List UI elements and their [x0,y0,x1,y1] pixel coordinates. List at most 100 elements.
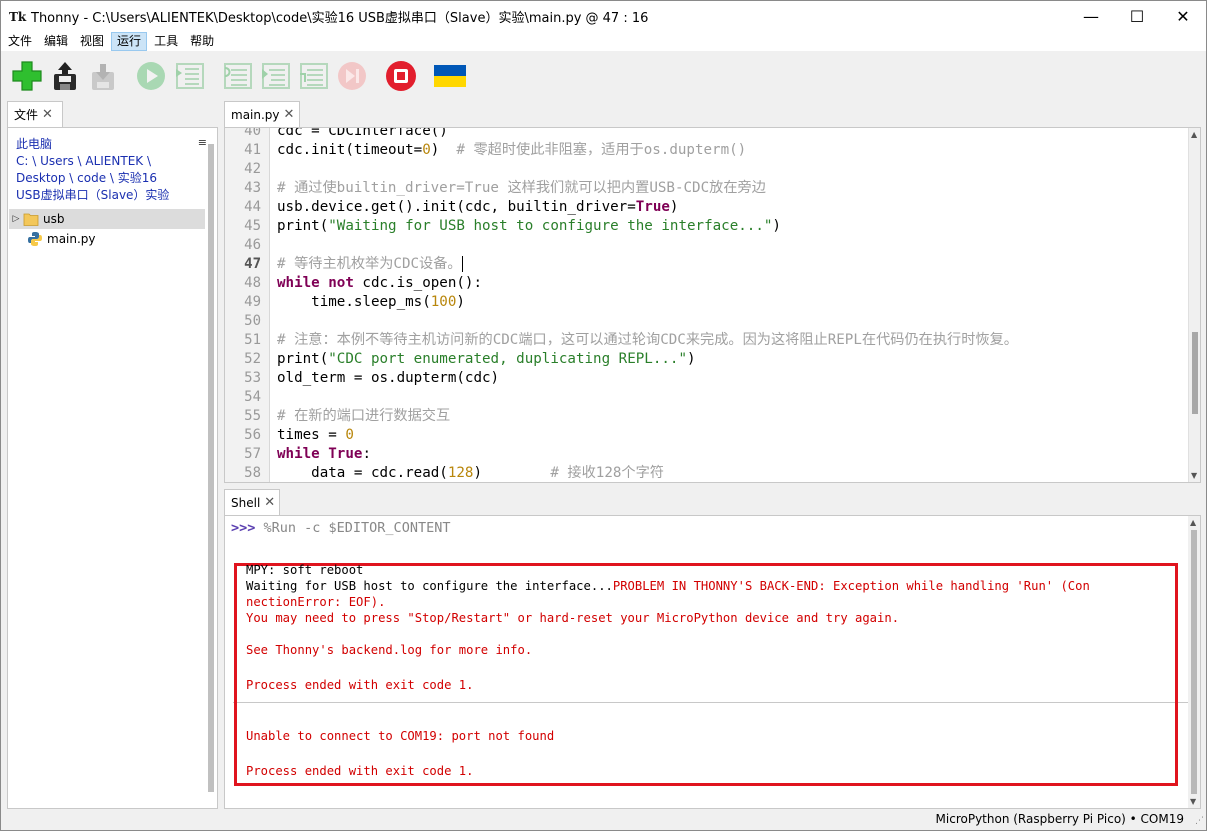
code-line[interactable]: 47 # 等待主机枚举为CDC设备。 [225,255,1190,274]
breadcrumb-users[interactable]: C: \ Users \ ALIENTEK \ [16,153,196,170]
code-line[interactable]: 51 # 注意：本例不等待主机访问新的CDC端口，这可以通过轮询CDC来完成。因为… [225,331,1190,350]
code-text: cdc = CDCInterface() [277,127,448,139]
minimize-button[interactable]: — [1068,1,1114,32]
close-window-button[interactable]: ✕ [1160,1,1206,32]
line-number: 42 [244,161,261,177]
code-line[interactable]: 52 print("CDC port enumerated, duplicatin… [225,350,1190,369]
editor-scrollbar[interactable]: ▲ ▼ [1188,128,1200,482]
shell-output-line: Waiting for USB host to configure the in… [246,579,1090,593]
menu-edit[interactable]: 编辑 [39,32,73,51]
shell-output-line: You may need to press "Stop/Restart" or … [246,611,900,625]
resize-grip-icon[interactable]: ⋰ [1195,816,1204,826]
window-controls: — ☐ ✕ [1068,1,1206,32]
code-area[interactable]: 40 cdc = CDCInterface() 41 cdc.init(timeout… [225,127,1190,482]
code-editor[interactable]: 40 cdc = CDCInterface() 41 cdc.init(timeout… [224,127,1201,483]
menu-file[interactable]: 文件 [3,32,37,51]
code-text: usb.device.get().init(cdc, builtin_drive… [277,199,679,215]
shell-command-line: >>> %Run -c $EDITOR_CONTENT [231,520,450,536]
line-number: 45 [244,218,261,234]
run-icon[interactable] [135,60,167,92]
tab-main-py[interactable]: main.py ✕ [224,101,300,127]
scroll-up-icon[interactable]: ▲ [1190,518,1196,527]
line-number: 46 [244,237,261,253]
expand-arrow-icon[interactable]: ▷ [9,214,23,224]
menu-bar: 文件 编辑 视图 运行 工具 帮助 [1,32,1206,51]
save-icon[interactable] [87,60,119,92]
menu-view[interactable]: 视图 [75,32,109,51]
code-text: print("CDC port enumerated, duplicating … [277,351,696,367]
menu-run[interactable]: 运行 [111,32,148,51]
code-line[interactable]: 46 [225,236,1190,255]
tab-shell[interactable]: Shell ✕ [224,489,280,515]
code-line[interactable]: 54 [225,388,1190,407]
code-text: # 通过使builtin_driver=True 这样我们就可以把内置USB-C… [277,180,766,196]
files-menu-icon[interactable]: ≡ [198,136,207,149]
stop-icon[interactable] [385,60,417,92]
line-number: 50 [244,313,261,329]
title-bar[interactable]: Tk Thonny - C:\Users\ALIENTEK\Desktop\co… [1,1,1206,32]
code-line[interactable]: 44 usb.device.get().init(cdc, builtin_dri… [225,198,1190,217]
scrollbar-thumb[interactable] [1192,332,1198,414]
line-number: 57 [244,446,261,462]
code-line[interactable]: 58 data = cdc.read(128) # 接收128个字符 [225,464,1190,482]
scrollbar-thumb[interactable] [208,144,214,792]
step-over-icon[interactable] [221,60,253,92]
new-file-icon[interactable] [11,60,43,92]
code-line[interactable]: 56 times = 0 [225,426,1190,445]
code-line[interactable]: 41 cdc.init(timeout=0) # 零超时使此非阻塞，适用于os.d… [225,141,1190,160]
tree-item-main-py[interactable]: main.py [9,229,205,249]
shell-output-line: Unable to connect to COM19: port not fou… [246,729,555,743]
shell-output-line: Process ended with exit code 1. [246,764,474,778]
step-into-icon[interactable] [259,60,291,92]
code-text: # 在新的端口进行数据交互 [277,408,451,424]
toolbar [1,51,1206,99]
breadcrumb-this-pc[interactable]: 此电脑 [16,136,196,153]
code-text: times = 0 [277,427,354,443]
code-line[interactable]: 57 while True: [225,445,1190,464]
code-text: while True: [277,446,371,462]
tree-item-usb[interactable]: ▷ usb [9,209,205,229]
code-line[interactable]: 53 old_term = os.dupterm(cdc) [225,369,1190,388]
code-line[interactable]: 40 cdc = CDCInterface() [225,127,1190,141]
shell-scrollbar[interactable]: ▲ ▼ [1188,516,1200,808]
shell-console[interactable]: >>> %Run -c $EDITOR_CONTENT ▲ ▼ MPY: sof… [224,515,1201,809]
code-text: time.sleep_ms(100) [277,294,465,310]
scroll-down-icon[interactable]: ▼ [1190,797,1196,806]
code-line[interactable]: 50 [225,312,1190,331]
maximize-button[interactable]: ☐ [1114,1,1160,32]
close-icon[interactable]: ✕ [264,495,275,510]
debug-icon[interactable] [173,60,205,92]
resume-icon[interactable] [336,60,368,92]
tab-shell-label: Shell [231,495,261,510]
code-line[interactable]: 42 [225,160,1190,179]
code-line[interactable]: 43 # 通过使builtin_driver=True 这样我们就可以把内置USB… [225,179,1190,198]
tab-files-label: 文件 [14,108,39,122]
ukraine-flag-icon[interactable] [434,60,466,92]
code-line[interactable]: 48 while not cdc.is_open(): [225,274,1190,293]
menu-tools[interactable]: 工具 [149,32,183,51]
line-number: 55 [244,408,261,424]
code-line[interactable]: 49 time.sleep_ms(100) [225,293,1190,312]
shell-command: %Run -c $EDITOR_CONTENT [255,520,451,536]
tab-files[interactable]: 文件 ✕ [7,101,63,127]
open-file-icon[interactable] [49,60,81,92]
scroll-down-icon[interactable]: ▼ [1191,471,1197,480]
menu-help[interactable]: 帮助 [185,32,219,51]
thonny-app-icon: Tk [9,9,27,24]
step-out-icon[interactable] [297,60,329,92]
code-line[interactable]: 45 print("Waiting for USB host to configu… [225,217,1190,236]
status-bar: MicroPython (Raspberry Pi Pico) • COM19 … [1,810,1206,830]
scrollbar-thumb[interactable] [1191,530,1197,794]
shell-output-line: nectionError: EOF). [246,595,386,609]
line-number: 58 [244,465,261,481]
scroll-up-icon[interactable]: ▲ [1191,130,1197,139]
close-icon[interactable]: ✕ [284,107,295,122]
shell-output-line: MPY: soft reboot [246,563,364,577]
interpreter-status[interactable]: MicroPython (Raspberry Pi Pico) • COM19 [936,812,1184,826]
folder-icon [23,213,39,226]
code-line[interactable]: 55 # 在新的端口进行数据交互 [225,407,1190,426]
breadcrumb-desktop[interactable]: Desktop \ code \ 实验16 [16,170,196,187]
breadcrumb-folder[interactable]: USB虚拟串口（Slave）实验 [16,187,196,204]
close-icon[interactable]: ✕ [42,107,53,122]
files-scrollbar[interactable] [207,144,215,804]
